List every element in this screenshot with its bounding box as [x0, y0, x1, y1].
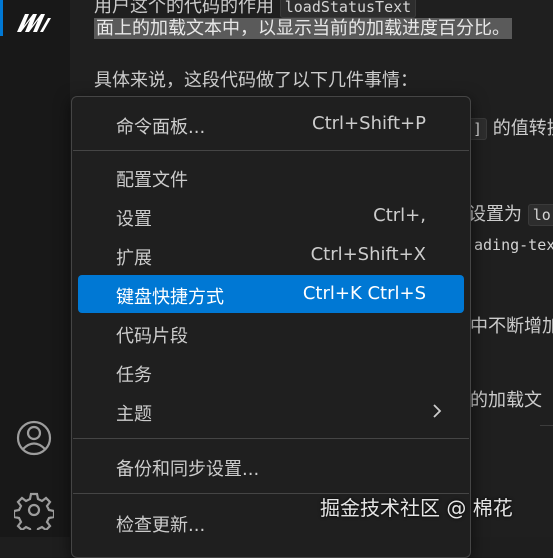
menu-item-label: 配置文件	[116, 170, 188, 191]
menu-separator	[73, 438, 469, 439]
manage-menu: 命令面板... Ctrl+Shift+P 配置文件 设置 Ctrl+, 扩展 C…	[71, 96, 471, 558]
active-indicator	[0, 0, 3, 36]
menu-separator	[73, 150, 469, 151]
editor-fragment-1: ] 的值转换	[468, 114, 553, 140]
menu-item-label: 检查更新...	[116, 515, 206, 536]
menu-item-command-palette[interactable]: 命令面板... Ctrl+Shift+P	[78, 105, 464, 143]
menu-item-shortcut: Ctrl+Shift+X	[310, 244, 426, 265]
menu-item-profiles[interactable]: 配置文件	[78, 158, 464, 196]
chevron-right-icon	[433, 404, 442, 418]
inline-code: ading-tex	[474, 236, 553, 254]
gear-icon[interactable]	[14, 490, 54, 530]
menu-item-shortcut: Ctrl+,	[373, 205, 426, 226]
menu-item-label: 命令面板...	[116, 117, 206, 138]
account-icon[interactable]	[14, 418, 54, 458]
menu-item-label: 主题	[116, 404, 152, 425]
app-logo-icon[interactable]	[14, 6, 54, 36]
watermark: 掘金技术社区 @ 棉花	[320, 496, 513, 520]
editor-text: 的值转换	[492, 118, 553, 139]
editor-fragment-2: 设置为 lo	[468, 200, 553, 226]
editor-line-2: 面上的加载文本中，以显示当前的加载进度百分比。	[94, 14, 512, 40]
menu-item-label: 代码片段	[116, 326, 188, 347]
menu-item-backup-sync[interactable]: 备份和同步设置...	[78, 447, 464, 485]
menu-item-label: 任务	[116, 365, 152, 386]
editor-fragment-5: 的加载文	[470, 390, 542, 411]
menu-item-shortcut: Ctrl+K Ctrl+S	[302, 283, 426, 304]
activity-bar	[0, 0, 71, 537]
menu-item-label: 备份和同步设置...	[116, 459, 260, 480]
highlighted-text: 面上的加载文本中，以显示当前的加载进度百分比。	[94, 18, 512, 39]
menu-item-shortcut: Ctrl+Shift+P	[312, 113, 426, 134]
editor-fragment-4: 中不断增加	[470, 316, 553, 337]
menu-item-tasks[interactable]: 任务	[78, 353, 464, 391]
menu-item-extensions[interactable]: 扩展 Ctrl+Shift+X	[78, 236, 464, 274]
menu-item-settings[interactable]: 设置 Ctrl+,	[78, 197, 464, 235]
menu-item-label: 键盘快捷方式	[116, 287, 224, 308]
editor-text: 设置为	[468, 204, 522, 225]
inline-code: lo	[527, 204, 553, 226]
menu-item-keyboard-shortcuts[interactable]: 键盘快捷方式 Ctrl+K Ctrl+S	[78, 275, 464, 313]
editor-line-3: 具体来说，这段代码做了以下几件事情：	[94, 70, 418, 91]
divider	[540, 425, 553, 426]
menu-item-label: 设置	[116, 209, 152, 230]
menu-item-label: 扩展	[116, 248, 152, 269]
editor-fragment-3: ading-tex	[470, 234, 553, 255]
menu-item-snippets[interactable]: 代码片段	[78, 314, 464, 352]
menu-item-themes[interactable]: 主题	[78, 392, 464, 430]
